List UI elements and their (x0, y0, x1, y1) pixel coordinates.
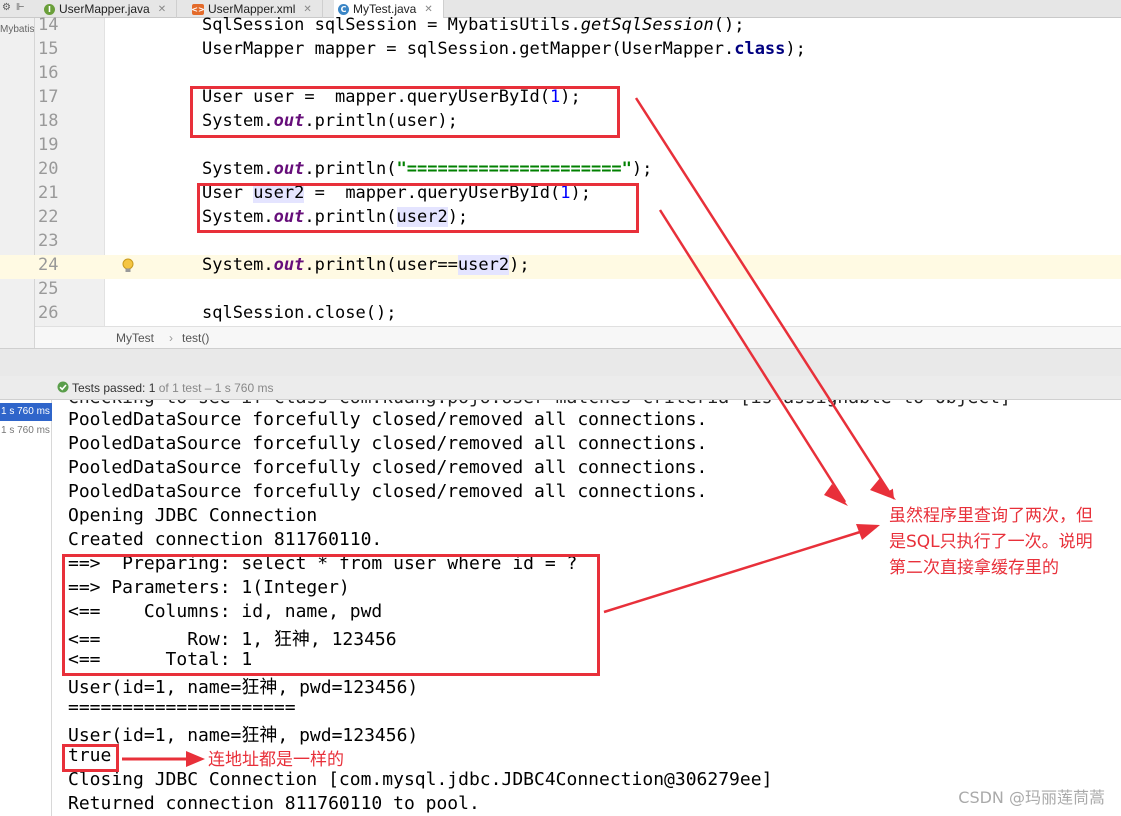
watermark: CSDN @玛丽莲茼蒿 (958, 788, 1105, 807)
tests-passed-detail: of 1 test – 1 s 760 ms (158, 381, 274, 395)
code-text: System.out.println(user==user2); (202, 255, 530, 275)
code-line[interactable]: 16 (0, 63, 1121, 87)
console-line: PooledDataSource forcefully closed/remov… (68, 409, 708, 430)
highlight-box-second-query (197, 183, 639, 233)
xml-file-icon: <> (191, 3, 205, 15)
code-line-current[interactable]: 24 System.out.println(user==user2); (0, 255, 1121, 279)
check-icon (57, 381, 69, 393)
close-icon[interactable]: ✕ (303, 4, 311, 15)
code-text: sqlSession.close(); (202, 303, 397, 323)
breadcrumb: MyTest › test() (35, 326, 1121, 348)
code-text: SqlSession sqlSession = MybatisUtils.get… (202, 15, 745, 35)
line-number: 22 (38, 207, 59, 227)
line-number: 25 (38, 279, 59, 299)
line-number: 26 (38, 303, 59, 323)
close-icon[interactable]: ✕ (424, 4, 432, 15)
console-line: Returned connection 811760110 to pool. (68, 793, 480, 814)
code-line[interactable]: 23 (0, 231, 1121, 255)
tab-label: UserMapper.xml (208, 2, 296, 16)
code-text: System.out.println("====================… (202, 159, 653, 179)
test-tree: 1 s 760 ms 1 s 760 ms (0, 400, 52, 816)
code-line[interactable]: 25 (0, 279, 1121, 303)
highlight-box-first-query (190, 86, 620, 138)
interface-file-icon: I (44, 3, 55, 15)
tab-label: MyTest.java (353, 2, 417, 16)
annotation-line: 虽然程序里查询了两次，但 (889, 506, 1093, 526)
console-line: PooledDataSource forcefully closed/remov… (68, 433, 708, 454)
annotation-line: 第二次直接拿缓存里的 (889, 558, 1059, 578)
line-number: 18 (38, 111, 59, 131)
settings-icon[interactable]: ⚙ (2, 2, 11, 13)
line-number: 14 (38, 15, 59, 35)
console-line: PooledDataSource forcefully closed/remov… (68, 457, 708, 478)
breadcrumb-method[interactable]: test() (182, 331, 209, 345)
tests-passed-text: Tests passed: 1 of 1 test – 1 s 760 ms (72, 381, 273, 395)
test-status-bar: Tests passed: 1 of 1 test – 1 s 760 ms (0, 376, 1121, 400)
tests-passed-count: 1 (148, 381, 156, 395)
annotation-same-address: 连地址都是一样的 (208, 750, 344, 770)
console-line: Closing JDBC Connection [com.mysql.jdbc.… (68, 769, 773, 790)
lightbulb-icon[interactable] (122, 258, 134, 274)
panel-splitter[interactable] (0, 348, 1121, 376)
code-line[interactable]: 19 (0, 135, 1121, 159)
line-number: 15 (38, 39, 59, 59)
code-text: UserMapper mapper = sqlSession.getMapper… (202, 39, 806, 59)
line-number: 19 (38, 135, 59, 155)
console-line: Created connection 811760110. (68, 529, 383, 550)
code-line[interactable]: 14 SqlSession sqlSession = MybatisUtils.… (0, 15, 1121, 39)
breadcrumb-separator: › (169, 331, 173, 345)
annotation-cache-note: 虽然程序里查询了两次，但 是SQL只执行了一次。说明 第二次直接拿缓存里的 (889, 503, 1093, 581)
test-tree-item[interactable]: 1 s 760 ms (0, 403, 52, 421)
breadcrumb-class[interactable]: MyTest (116, 331, 154, 345)
line-number: 21 (38, 183, 59, 203)
code-editor[interactable]: 14 SqlSession sqlSession = MybatisUtils.… (0, 15, 1121, 344)
code-line[interactable]: 26 sqlSession.close(); (0, 303, 1121, 327)
line-number: 24 (38, 255, 59, 275)
code-line[interactable]: 15 UserMapper mapper = sqlSession.getMap… (0, 39, 1121, 63)
console-line: PooledDataSource forcefully closed/remov… (68, 481, 708, 502)
line-number: 17 (38, 87, 59, 107)
pin-icon[interactable]: ⊩ (16, 2, 25, 13)
class-file-icon: C (338, 3, 349, 15)
line-number: 16 (38, 63, 59, 83)
tests-passed-label: Tests passed: (72, 381, 146, 395)
line-number: 23 (38, 231, 59, 251)
highlight-box-sql-log (62, 554, 600, 676)
console-line: Opening JDBC Connection (68, 505, 318, 526)
close-icon[interactable]: ✕ (158, 4, 166, 15)
console-line: User(id=1, name=狂神, pwd=123456) (68, 677, 419, 698)
test-tree-item[interactable]: 1 s 760 ms (0, 422, 52, 440)
highlight-box-true (62, 744, 119, 772)
line-number: 20 (38, 159, 59, 179)
console-line: ===================== (68, 697, 296, 718)
code-line[interactable]: 20 System.out.println("=================… (0, 159, 1121, 183)
annotation-line: 是SQL只执行了一次。说明 (889, 532, 1093, 552)
console-line: User(id=1, name=狂神, pwd=123456) (68, 725, 419, 746)
tab-label: UserMapper.java (59, 2, 150, 16)
